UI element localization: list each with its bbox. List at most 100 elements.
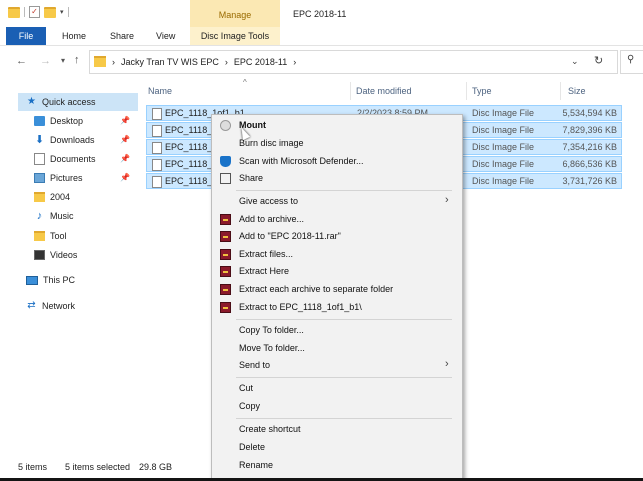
- chevron-right-icon[interactable]: ›: [293, 57, 296, 67]
- manage-tab[interactable]: Manage: [190, 0, 280, 27]
- sidebar-item-videos[interactable]: Videos: [34, 246, 77, 264]
- back-arrow-icon[interactable]: ←: [16, 55, 27, 67]
- sidebar-item-label: Documents: [50, 154, 96, 164]
- pin-icon[interactable]: 📌: [120, 173, 130, 182]
- menu-separator: [236, 319, 452, 320]
- menu-item-label: Delete: [239, 442, 266, 452]
- sidebar-item-tool[interactable]: Tool: [34, 227, 67, 245]
- tab-view[interactable]: View: [156, 27, 175, 45]
- tab-file[interactable]: File: [6, 27, 46, 45]
- menu-item-extract-files[interactable]: Extract files...: [212, 246, 462, 263]
- winrar-icon: [220, 302, 231, 313]
- sidebar-item-downloads[interactable]: ⬇ Downloads: [34, 131, 95, 149]
- chevron-right-icon[interactable]: ›: [112, 57, 115, 67]
- file-name: EPC_1118_: [165, 159, 213, 169]
- menu-item-mount[interactable]: Mount: [212, 117, 462, 134]
- recent-locations-icon[interactable]: ▾: [61, 56, 65, 65]
- sidebar-item-this-pc[interactable]: This PC: [26, 271, 75, 289]
- context-menu: Mount Burn disc image Scan with Microsof…: [211, 114, 463, 478]
- column-divider[interactable]: [466, 82, 467, 100]
- sidebar-item-label: This PC: [43, 275, 76, 285]
- menu-item-scan-defender[interactable]: Scan with Microsoft Defender...: [212, 153, 462, 170]
- column-header-type[interactable]: Type: [472, 86, 492, 96]
- new-folder-icon[interactable]: [44, 6, 56, 18]
- chevron-right-icon: ›: [445, 194, 449, 206]
- menu-item-send-to[interactable]: Send to ›: [212, 357, 462, 374]
- music-icon: ♪: [36, 210, 43, 222]
- disc-image-file-icon: [152, 142, 162, 154]
- folder-icon: [34, 231, 45, 241]
- breadcrumb-item[interactable]: EPC 2018-11: [234, 57, 287, 67]
- file-size: 7,829,396 KB: [562, 125, 617, 135]
- document-icon: [34, 153, 45, 165]
- menu-item-move-to-folder[interactable]: Move To folder...: [212, 340, 462, 357]
- star-icon: ★: [27, 96, 36, 107]
- share-icon: [220, 173, 231, 184]
- column-header-size[interactable]: Size: [568, 86, 586, 96]
- column-header-date[interactable]: Date modified: [356, 86, 412, 96]
- menu-item-label: Scan with Microsoft Defender...: [239, 156, 364, 166]
- file-type: Disc Image File: [472, 176, 535, 186]
- properties-icon[interactable]: ✓: [29, 6, 40, 18]
- menu-separator: [236, 377, 452, 378]
- sidebar-item-label: Videos: [50, 250, 78, 260]
- sidebar-item-network[interactable]: ⇄ Network: [26, 297, 75, 315]
- menu-item-give-access[interactable]: Give access to ›: [212, 193, 462, 210]
- chevron-right-icon[interactable]: ›: [225, 57, 228, 67]
- tab-share[interactable]: Share: [110, 27, 134, 45]
- menu-item-extract-each[interactable]: Extract each archive to separate folder: [212, 281, 462, 298]
- sidebar-item-quick-access[interactable]: ★ Quick access: [18, 93, 138, 111]
- menu-item-burn-disc-image[interactable]: Burn disc image: [212, 135, 462, 152]
- menu-item-label: Copy To folder...: [239, 325, 304, 335]
- pin-icon[interactable]: 📌: [120, 135, 130, 144]
- file-type: Disc Image File: [472, 159, 535, 169]
- menu-separator: [236, 190, 452, 191]
- menu-item-create-shortcut[interactable]: Create shortcut: [212, 421, 462, 438]
- selection-size: 29.8 GB: [139, 462, 173, 472]
- tab-home[interactable]: Home: [62, 27, 86, 45]
- menu-item-delete[interactable]: Delete: [212, 439, 462, 456]
- menu-item-label: Add to archive...: [239, 214, 305, 224]
- tab-disc-image-tools[interactable]: Disc Image Tools: [190, 27, 280, 45]
- menu-item-label: Extract Here: [239, 266, 290, 276]
- disc-icon: [220, 120, 231, 131]
- menu-item-copy[interactable]: Copy: [212, 398, 462, 415]
- menu-item-extract-to[interactable]: Extract to EPC_1118_1of1_b1\: [212, 299, 462, 316]
- sidebar-item-label: 2004: [50, 192, 71, 202]
- menu-item-cut[interactable]: Cut: [212, 380, 462, 397]
- search-input[interactable]: ⚲: [620, 50, 643, 74]
- column-header-name[interactable]: Name: [148, 86, 172, 96]
- menu-item-rename[interactable]: Rename: [212, 457, 462, 474]
- disc-image-file-icon: [152, 176, 162, 188]
- folder-icon[interactable]: [8, 6, 20, 18]
- computer-icon: [26, 275, 38, 285]
- menu-item-label: Add to "EPC 2018-11.rar": [239, 231, 341, 241]
- menu-item-copy-to-folder[interactable]: Copy To folder...: [212, 322, 462, 339]
- folder-icon: [94, 56, 106, 67]
- menu-item-share[interactable]: Share: [212, 170, 462, 187]
- file-size: 7,354,216 KB: [562, 142, 617, 152]
- item-count: 5 items: [18, 462, 48, 472]
- sidebar-item-2004[interactable]: 2004: [34, 188, 70, 206]
- toolbar-divider: [67, 7, 69, 17]
- sidebar-item-pictures[interactable]: Pictures: [34, 169, 83, 187]
- column-divider[interactable]: [350, 82, 351, 100]
- column-divider[interactable]: [560, 82, 561, 100]
- menu-item-add-to-archive[interactable]: Add to archive...: [212, 211, 462, 228]
- customize-toolbar-icon[interactable]: ▾: [60, 8, 64, 16]
- menu-item-add-to-rar[interactable]: Add to "EPC 2018-11.rar": [212, 228, 462, 245]
- sidebar-item-label: Network: [42, 301, 76, 311]
- menu-item-extract-here[interactable]: Extract Here: [212, 263, 462, 280]
- sidebar-item-desktop[interactable]: Desktop: [34, 112, 83, 130]
- up-arrow-icon[interactable]: ↑: [74, 54, 80, 66]
- breadcrumb-item[interactable]: Jacky Tran TV WIS EPC: [121, 57, 219, 67]
- forward-arrow-icon[interactable]: →: [40, 55, 51, 67]
- sidebar-item-label: Quick access: [42, 97, 96, 107]
- chevron-down-icon[interactable]: ⌄: [571, 56, 579, 67]
- pin-icon[interactable]: 📌: [120, 116, 130, 125]
- pin-icon[interactable]: 📌: [120, 154, 130, 163]
- menu-item-label: Extract files...: [239, 249, 294, 259]
- sidebar-item-music[interactable]: ♪ Music: [34, 207, 74, 225]
- refresh-icon[interactable]: ↻: [594, 54, 603, 67]
- sidebar-item-documents[interactable]: Documents: [34, 150, 96, 168]
